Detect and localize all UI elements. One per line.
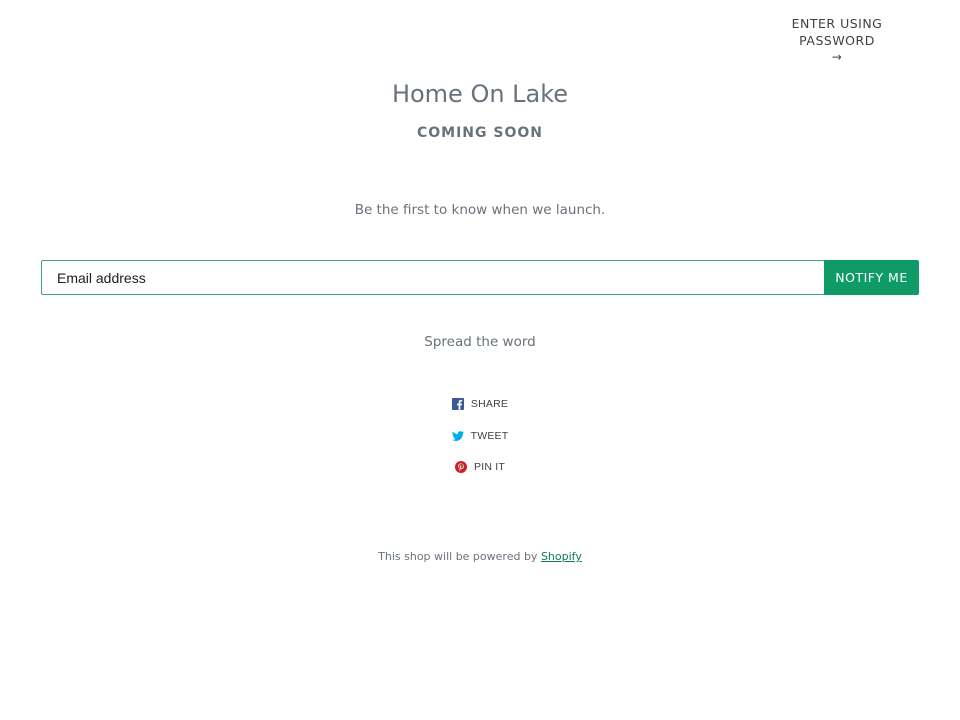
- enter-using-password-link[interactable]: ENTER USING PASSWORD →: [757, 15, 917, 66]
- pin-it-label: PIN IT: [474, 461, 505, 473]
- powered-by-text: This shop will be powered by: [378, 550, 541, 563]
- tweet-label: TWEET: [470, 429, 509, 442]
- facebook-icon: [451, 398, 464, 410]
- notify-me-button[interactable]: NOTIFY ME: [824, 260, 919, 295]
- coming-soon-heading: COMING SOON: [416, 125, 543, 141]
- shop-title: Home On Lake: [391, 80, 569, 108]
- newsletter-form: NOTIFY ME: [41, 260, 919, 295]
- pinterest-icon: [455, 461, 468, 473]
- spread-the-word-heading: Spread the word: [424, 334, 536, 350]
- arrow-right-icon: →: [831, 50, 843, 64]
- powered-by-footer: This shop will be powered by Shopify: [0, 550, 960, 563]
- share-facebook-button[interactable]: SHARE: [0, 395, 960, 413]
- share-pinterest-button[interactable]: PIN IT: [0, 458, 960, 476]
- social-share-list: SHARE TWEET PIN IT: [0, 395, 960, 490]
- share-label: SHARE: [470, 398, 509, 410]
- email-input[interactable]: [41, 260, 824, 295]
- twitter-icon: [451, 430, 464, 441]
- enter-password-label: ENTER USING PASSWORD: [791, 16, 883, 48]
- launch-tagline: Be the first to know when we launch.: [354, 202, 606, 218]
- share-twitter-button[interactable]: TWEET: [0, 427, 960, 445]
- shopify-link[interactable]: Shopify: [541, 550, 582, 563]
